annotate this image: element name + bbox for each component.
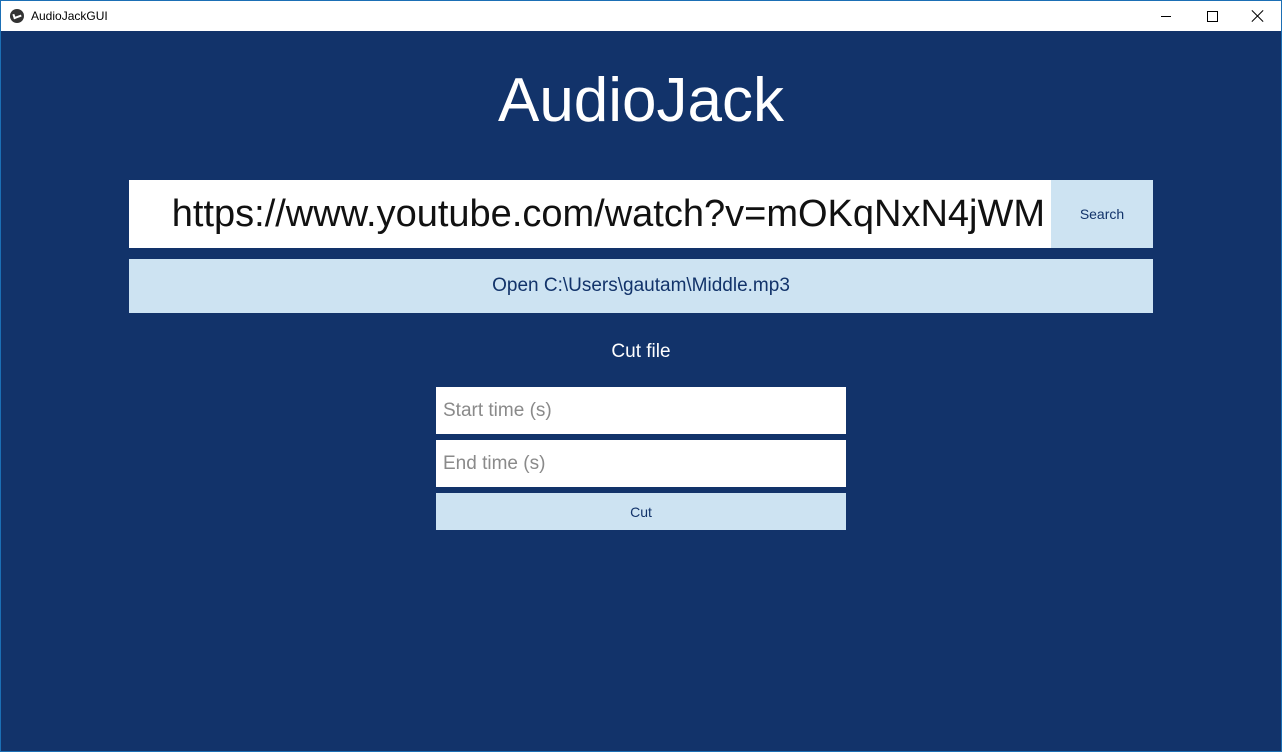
end-time-field[interactable]: End time (s) xyxy=(436,440,846,487)
url-input[interactable]: https://www.youtube.com/watch?v=mOKqNxN4… xyxy=(129,180,1051,248)
minimize-icon xyxy=(1161,15,1171,17)
search-button[interactable]: Search xyxy=(1051,180,1153,248)
end-time-placeholder: End time (s) xyxy=(443,452,546,474)
window-controls xyxy=(1143,1,1281,31)
cut-file-label: Cut file xyxy=(611,341,671,362)
url-input-value: https://www.youtube.com/watch?v=mOKqNxN4… xyxy=(171,192,1045,235)
open-file-button[interactable]: Open C:\Users\gautam\Middle.mp3 xyxy=(129,259,1153,313)
start-time-placeholder: Start time (s) xyxy=(443,399,552,421)
maximize-button[interactable] xyxy=(1189,1,1235,31)
cut-button[interactable]: Cut xyxy=(436,493,846,530)
app-heading: AudioJack xyxy=(497,66,785,135)
minimize-button[interactable] xyxy=(1143,1,1189,31)
title-bar[interactable]: AudioJackGUI xyxy=(1,1,1281,31)
app-window: AudioJackGUI AudioJack https://www.youtu… xyxy=(0,0,1282,752)
close-button[interactable] xyxy=(1235,1,1281,31)
start-time-field[interactable]: Start time (s) xyxy=(436,387,846,434)
window-title: AudioJackGUI xyxy=(31,9,108,23)
app-icon xyxy=(10,9,24,23)
close-icon xyxy=(1252,10,1264,22)
maximize-icon xyxy=(1206,10,1218,22)
